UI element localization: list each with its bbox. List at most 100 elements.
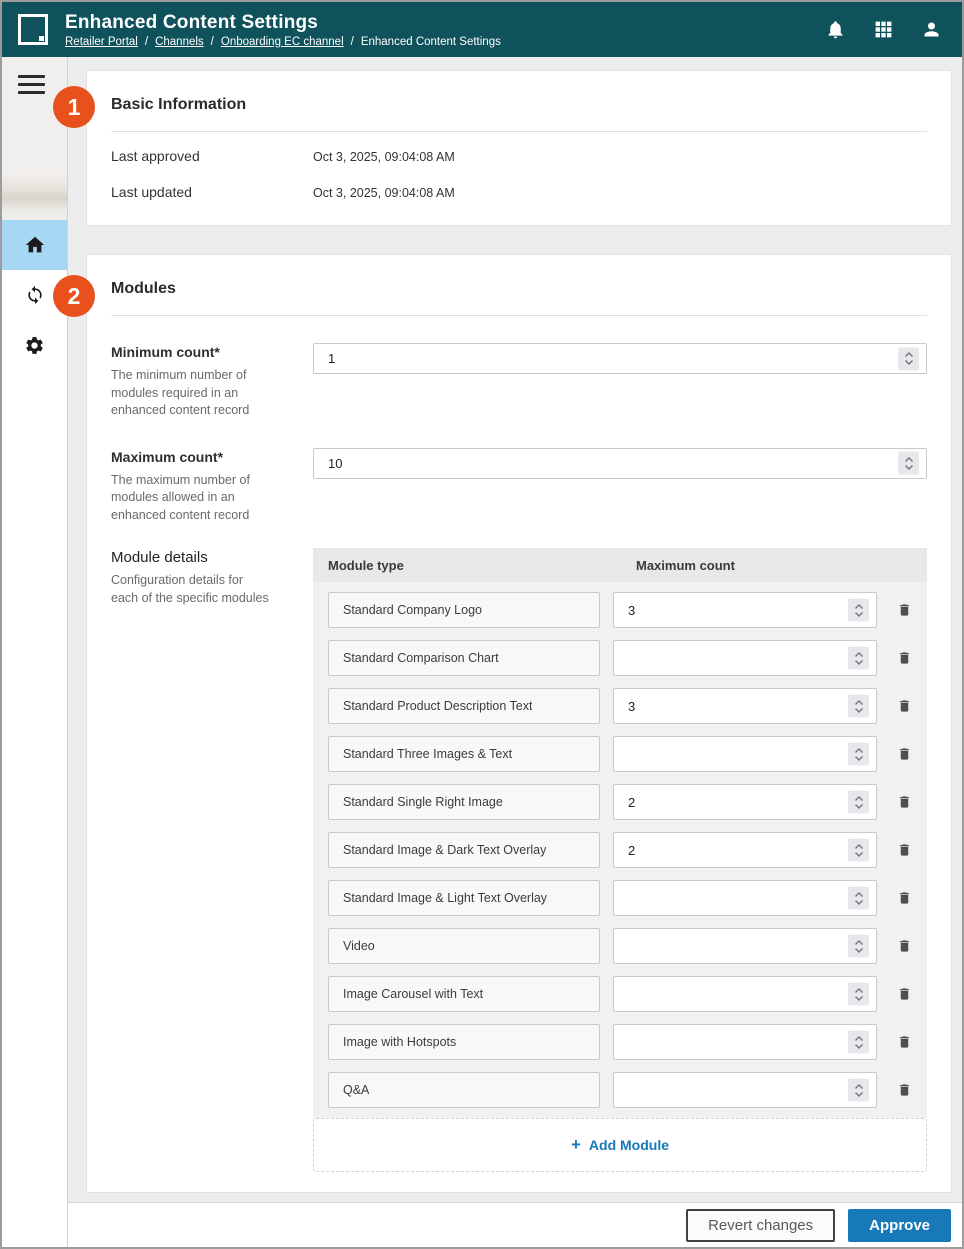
module-max-count-field (613, 688, 877, 724)
minimum-count-field (313, 343, 927, 374)
delete-module-button[interactable] (896, 936, 912, 956)
section-divider (111, 131, 927, 132)
add-module-label: Add Module (589, 1137, 669, 1153)
number-stepper[interactable] (848, 1079, 869, 1102)
delete-module-button[interactable] (896, 888, 912, 908)
brand-logo-dot (39, 36, 44, 41)
apps-grid-icon[interactable] (873, 19, 894, 40)
last-approved-value: Oct 3, 2025, 09:04:08 AM (313, 150, 455, 164)
sidebar-photo (2, 172, 67, 220)
header-text-block: Enhanced Content Settings Retailer Porta… (65, 12, 825, 48)
module-max-count-field (613, 1072, 877, 1108)
minimum-count-input[interactable] (313, 343, 927, 374)
number-stepper[interactable] (848, 935, 869, 958)
module-table-row: Standard Three Images & Text (328, 736, 912, 772)
number-stepper[interactable] (848, 839, 869, 862)
module-max-count-input[interactable] (613, 1024, 877, 1060)
trash-icon (897, 889, 912, 907)
trash-icon (897, 601, 912, 619)
module-max-count-input[interactable] (613, 976, 877, 1012)
delete-module-button[interactable] (896, 1080, 912, 1100)
number-stepper[interactable] (898, 452, 919, 475)
sync-icon (25, 285, 45, 305)
module-details-label-col: Module details Configuration details for… (111, 548, 313, 1172)
modules-card: Modules Minimum count* The minimum numbe… (86, 254, 952, 1193)
number-stepper[interactable] (848, 887, 869, 910)
approve-button[interactable]: Approve (848, 1209, 951, 1242)
module-max-count-field (613, 880, 877, 916)
trash-icon (897, 1081, 912, 1099)
module-type-box: Q&A (328, 1072, 600, 1108)
page-scroll-area[interactable]: Basic Information Last approved Oct 3, 2… (68, 57, 962, 1202)
module-table-body: Standard Company Logo Standard Compariso… (313, 582, 927, 1118)
trash-icon (897, 985, 912, 1003)
module-type-box: Standard Image & Light Text Overlay (328, 880, 600, 916)
module-type-box: Image with Hotspots (328, 1024, 600, 1060)
breadcrumb-link-channels[interactable]: Channels (155, 36, 204, 48)
module-max-count-field (613, 928, 877, 964)
maximum-count-field (313, 448, 927, 479)
module-type-label: Video (343, 939, 375, 953)
sidebar (2, 57, 68, 1247)
module-max-count-field (613, 736, 877, 772)
module-max-count-input[interactable] (613, 880, 877, 916)
breadcrumb: Retailer Portal/Channels/Onboarding EC c… (65, 36, 825, 48)
basic-information-card: Basic Information Last approved Oct 3, 2… (86, 70, 952, 226)
module-type-box: Video (328, 928, 600, 964)
breadcrumb-link-retailer-portal[interactable]: Retailer Portal (65, 36, 138, 48)
module-max-count-input[interactable] (613, 928, 877, 964)
delete-module-button[interactable] (896, 744, 912, 764)
module-max-count-input[interactable] (613, 736, 877, 772)
basic-information-title: Basic Information (111, 95, 927, 115)
maximum-count-input[interactable] (313, 448, 927, 479)
module-table-row: Standard Product Description Text (328, 688, 912, 724)
account-person-icon[interactable] (921, 19, 942, 40)
delete-module-button[interactable] (896, 792, 912, 812)
delete-module-button[interactable] (896, 696, 912, 716)
delete-module-button[interactable] (896, 984, 912, 1004)
sidebar-item-settings[interactable] (2, 320, 67, 370)
sidebar-item-home[interactable] (2, 220, 67, 270)
module-max-count-input[interactable] (613, 1072, 877, 1108)
number-stepper[interactable] (898, 347, 919, 370)
module-max-count-input[interactable] (613, 592, 877, 628)
number-stepper[interactable] (848, 647, 869, 670)
module-details-label: Module details (111, 548, 273, 567)
number-stepper[interactable] (848, 743, 869, 766)
module-max-count-field (613, 832, 877, 868)
number-stepper[interactable] (848, 695, 869, 718)
trash-icon (897, 841, 912, 859)
add-module-button[interactable]: + Add Module (571, 1137, 669, 1153)
module-table-row: Standard Comparison Chart (328, 640, 912, 676)
number-stepper[interactable] (848, 791, 869, 814)
app-window: Enhanced Content Settings Retailer Porta… (0, 0, 964, 1249)
revert-changes-button[interactable]: Revert changes (686, 1209, 835, 1242)
notifications-bell-icon[interactable] (825, 19, 846, 40)
section-divider (111, 315, 927, 316)
module-max-count-field (613, 592, 877, 628)
module-max-count-input[interactable] (613, 640, 877, 676)
delete-module-button[interactable] (896, 840, 912, 860)
module-max-count-input[interactable] (613, 832, 877, 868)
module-max-count-input[interactable] (613, 784, 877, 820)
delete-module-button[interactable] (896, 1032, 912, 1052)
number-stepper[interactable] (848, 983, 869, 1006)
trash-icon (897, 937, 912, 955)
delete-module-button[interactable] (896, 648, 912, 668)
module-table-row: Video (328, 928, 912, 964)
hamburger-menu-icon[interactable] (18, 75, 45, 94)
delete-module-button[interactable] (896, 600, 912, 620)
module-max-count-field (613, 784, 877, 820)
maximum-count-help: The maximum number of modules allowed in… (111, 472, 273, 525)
minimum-count-row: Minimum count* The minimum number of mod… (111, 343, 927, 420)
module-type-box: Standard Company Logo (328, 592, 600, 628)
last-approved-label: Last approved (111, 148, 313, 164)
page-title: Enhanced Content Settings (65, 12, 825, 34)
module-max-count-input[interactable] (613, 688, 877, 724)
minimum-count-help: The minimum number of modules required i… (111, 367, 273, 420)
home-icon (24, 234, 46, 256)
breadcrumb-link-onboarding-ec-channel[interactable]: Onboarding EC channel (221, 36, 344, 48)
number-stepper[interactable] (848, 1031, 869, 1054)
module-type-label: Standard Company Logo (343, 603, 482, 617)
number-stepper[interactable] (848, 599, 869, 622)
